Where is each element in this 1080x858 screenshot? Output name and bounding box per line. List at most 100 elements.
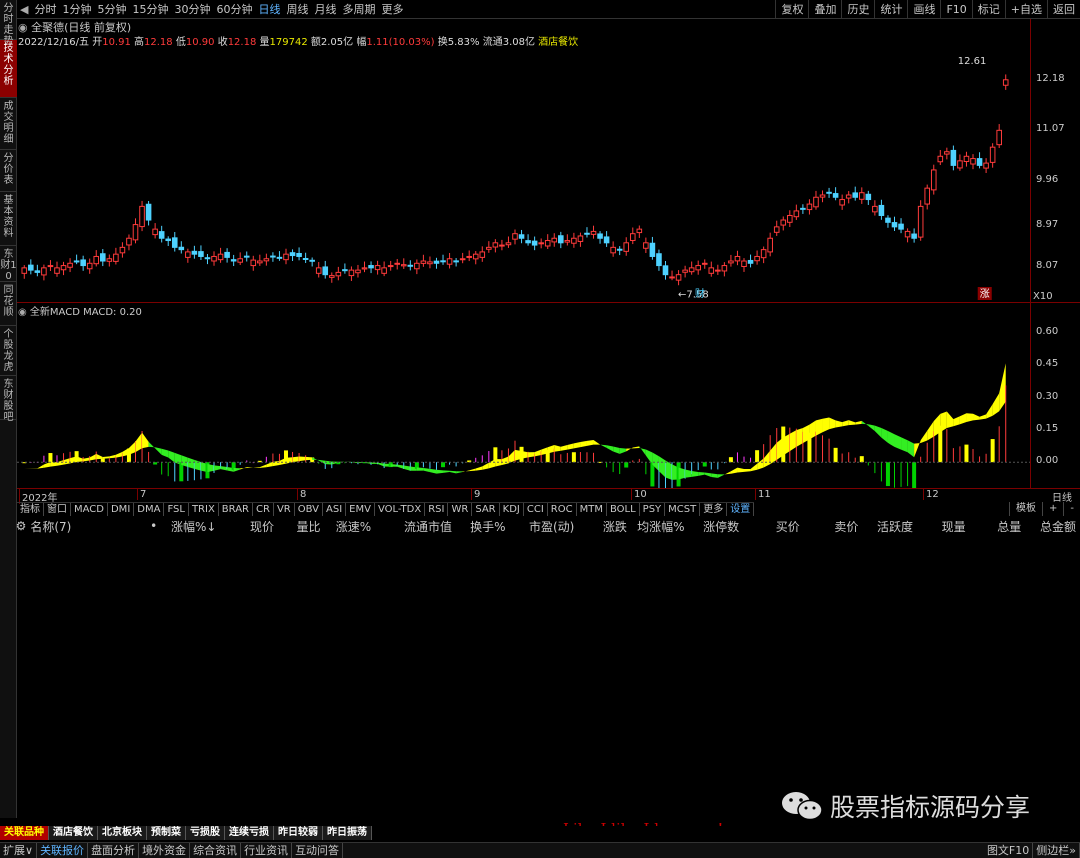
- sidebar-item-8[interactable]: 东财股吧: [0, 376, 17, 423]
- indicator-tab-13[interactable]: VOL-TDX: [375, 503, 426, 516]
- bottom-tab-3[interactable]: 预制菜: [147, 826, 186, 840]
- col-header-1[interactable]: •: [150, 517, 162, 535]
- sidebar-item-3[interactable]: 分价表: [0, 150, 17, 192]
- toolbar-button-5[interactable]: F10: [940, 0, 971, 19]
- col-header-8[interactable]: 市盈(动): [510, 517, 579, 535]
- status-item-2[interactable]: 盘面分析: [88, 843, 140, 858]
- table-row[interactable]: [0, 649, 1080, 668]
- indicator-tab-8[interactable]: CR: [253, 503, 274, 516]
- menu-arrow-icon[interactable]: ◀: [17, 3, 31, 16]
- table-row[interactable]: [0, 611, 1080, 630]
- indicator-tab-16[interactable]: SAR: [472, 503, 500, 516]
- bottom-tab-0[interactable]: 关联品种: [0, 826, 49, 840]
- bottom-tab-2[interactable]: 北京板块: [98, 826, 147, 840]
- period-tab-5[interactable]: 60分钟: [213, 0, 255, 19]
- indicator-ctrl-1[interactable]: +: [1042, 502, 1063, 516]
- col-header-0[interactable]: 名称(7): [30, 517, 149, 535]
- period-tab-9[interactable]: 多周期: [339, 0, 378, 19]
- sidebar-item-0[interactable]: 分时走势: [0, 0, 17, 47]
- indicator-tab-9[interactable]: VR: [274, 503, 295, 516]
- col-header-7[interactable]: 换手%: [456, 517, 510, 535]
- table-row[interactable]: [0, 630, 1080, 649]
- bottom-tab-6[interactable]: 昨日较弱: [274, 826, 323, 840]
- period-tab-7[interactable]: 周线: [283, 0, 311, 19]
- toolbar-button-0[interactable]: 复权: [775, 0, 808, 19]
- indicator-tab-2[interactable]: MACD: [71, 503, 108, 516]
- status-item-6[interactable]: 互动问答: [292, 843, 344, 858]
- table-row[interactable]: [0, 554, 1080, 573]
- period-tab-10[interactable]: 更多: [378, 0, 406, 19]
- indicator-tab-7[interactable]: BRAR: [219, 503, 253, 516]
- bottom-tab-4[interactable]: 亏损股: [186, 826, 225, 840]
- settings-gear-icon[interactable]: ⚙: [0, 517, 30, 535]
- toolbar-button-7[interactable]: +自选: [1004, 0, 1047, 19]
- indicator-tab-22[interactable]: PSY: [640, 503, 666, 516]
- row-name[interactable]: [30, 611, 149, 630]
- row-name[interactable]: [30, 649, 149, 668]
- status-right-1[interactable]: 侧边栏»: [1033, 843, 1080, 858]
- indicator-tab-20[interactable]: MTM: [577, 503, 607, 516]
- indicator-tab-18[interactable]: CCI: [524, 503, 548, 516]
- col-header-10[interactable]: 均涨幅%: [631, 517, 689, 535]
- table-row[interactable]: [0, 573, 1080, 592]
- sidebar-item-4[interactable]: 基本资料: [0, 192, 17, 246]
- col-header-3[interactable]: 现价: [220, 517, 278, 535]
- col-header-16[interactable]: 总量: [970, 517, 1026, 535]
- indicator-tab-21[interactable]: BOLL: [607, 503, 640, 516]
- col-header-15[interactable]: 现量: [917, 517, 970, 535]
- col-header-6[interactable]: 流通市值: [375, 517, 456, 535]
- row-name[interactable]: [30, 630, 149, 649]
- bottom-tab-1[interactable]: 酒店餐饮: [49, 826, 98, 840]
- col-header-14[interactable]: 活跃度: [862, 517, 917, 535]
- indicator-tab-14[interactable]: RSI: [425, 503, 449, 516]
- indicator-tab-10[interactable]: OBV: [295, 503, 323, 516]
- indicator-tab-15[interactable]: WR: [448, 503, 473, 516]
- period-tab-3[interactable]: 15分钟: [129, 0, 171, 19]
- bottom-tab-7[interactable]: 昨日振荡: [323, 826, 372, 840]
- row-name[interactable]: [30, 535, 149, 554]
- indicator-tab-12[interactable]: EMV: [346, 503, 375, 516]
- col-header-17[interactable]: 总金额: [1025, 517, 1080, 535]
- table-row[interactable]: [0, 592, 1080, 611]
- period-tab-2[interactable]: 5分钟: [94, 0, 129, 19]
- indicator-tab-1[interactable]: 窗口: [44, 503, 71, 516]
- indicator-tab-11[interactable]: ASI: [323, 503, 347, 516]
- indicator-tab-6[interactable]: TRIX: [189, 503, 219, 516]
- col-header-9[interactable]: 涨跌: [578, 517, 631, 535]
- status-right-0[interactable]: 图文F10: [984, 843, 1034, 858]
- period-tab-6[interactable]: 日线: [255, 0, 283, 19]
- bottom-tab-5[interactable]: 连续亏损: [225, 826, 274, 840]
- sidebar-item-2[interactable]: 成交明细: [0, 98, 17, 150]
- period-tab-1[interactable]: 1分钟: [59, 0, 94, 19]
- indicator-ctrl-2[interactable]: -: [1063, 502, 1080, 516]
- toolbar-button-4[interactable]: 画线: [907, 0, 940, 19]
- indicator-tab-3[interactable]: DMI: [108, 503, 135, 516]
- col-header-12[interactable]: 买价: [743, 517, 804, 535]
- status-item-5[interactable]: 行业资讯: [241, 843, 293, 858]
- period-tab-4[interactable]: 30分钟: [171, 0, 213, 19]
- col-header-5[interactable]: 涨速%: [325, 517, 376, 535]
- indicator-tab-5[interactable]: FSL: [164, 503, 189, 516]
- table-row[interactable]: [0, 535, 1080, 554]
- sidebar-item-6[interactable]: 同花顺: [0, 282, 17, 326]
- indicator-tab-25[interactable]: 设置: [727, 503, 755, 516]
- toolbar-button-1[interactable]: 叠加: [808, 0, 841, 19]
- indicator-tab-19[interactable]: ROC: [548, 503, 577, 516]
- indicator-ctrl-0[interactable]: 模板: [1009, 502, 1042, 516]
- indicator-tab-17[interactable]: KDJ: [500, 503, 524, 516]
- row-name[interactable]: [30, 592, 149, 611]
- row-name[interactable]: [30, 573, 149, 592]
- indicator-tab-23[interactable]: MCST: [665, 503, 701, 516]
- toolbar-button-8[interactable]: 返回: [1047, 0, 1080, 19]
- status-item-0[interactable]: 扩展∨: [0, 843, 38, 858]
- sidebar-item-7[interactable]: 个股龙虎: [0, 326, 17, 376]
- toolbar-button-6[interactable]: 标记: [971, 0, 1005, 19]
- indicator-tab-4[interactable]: DMA: [134, 503, 165, 516]
- col-header-4[interactable]: 量比: [278, 517, 325, 535]
- indicator-tab-0[interactable]: 指标: [17, 503, 44, 516]
- period-tab-0[interactable]: 分时: [31, 0, 59, 19]
- toolbar-button-3[interactable]: 统计: [874, 0, 907, 19]
- macd-chart[interactable]: [17, 316, 1080, 488]
- row-name[interactable]: [30, 554, 149, 573]
- sidebar-item-5[interactable]: 东财10: [0, 246, 17, 282]
